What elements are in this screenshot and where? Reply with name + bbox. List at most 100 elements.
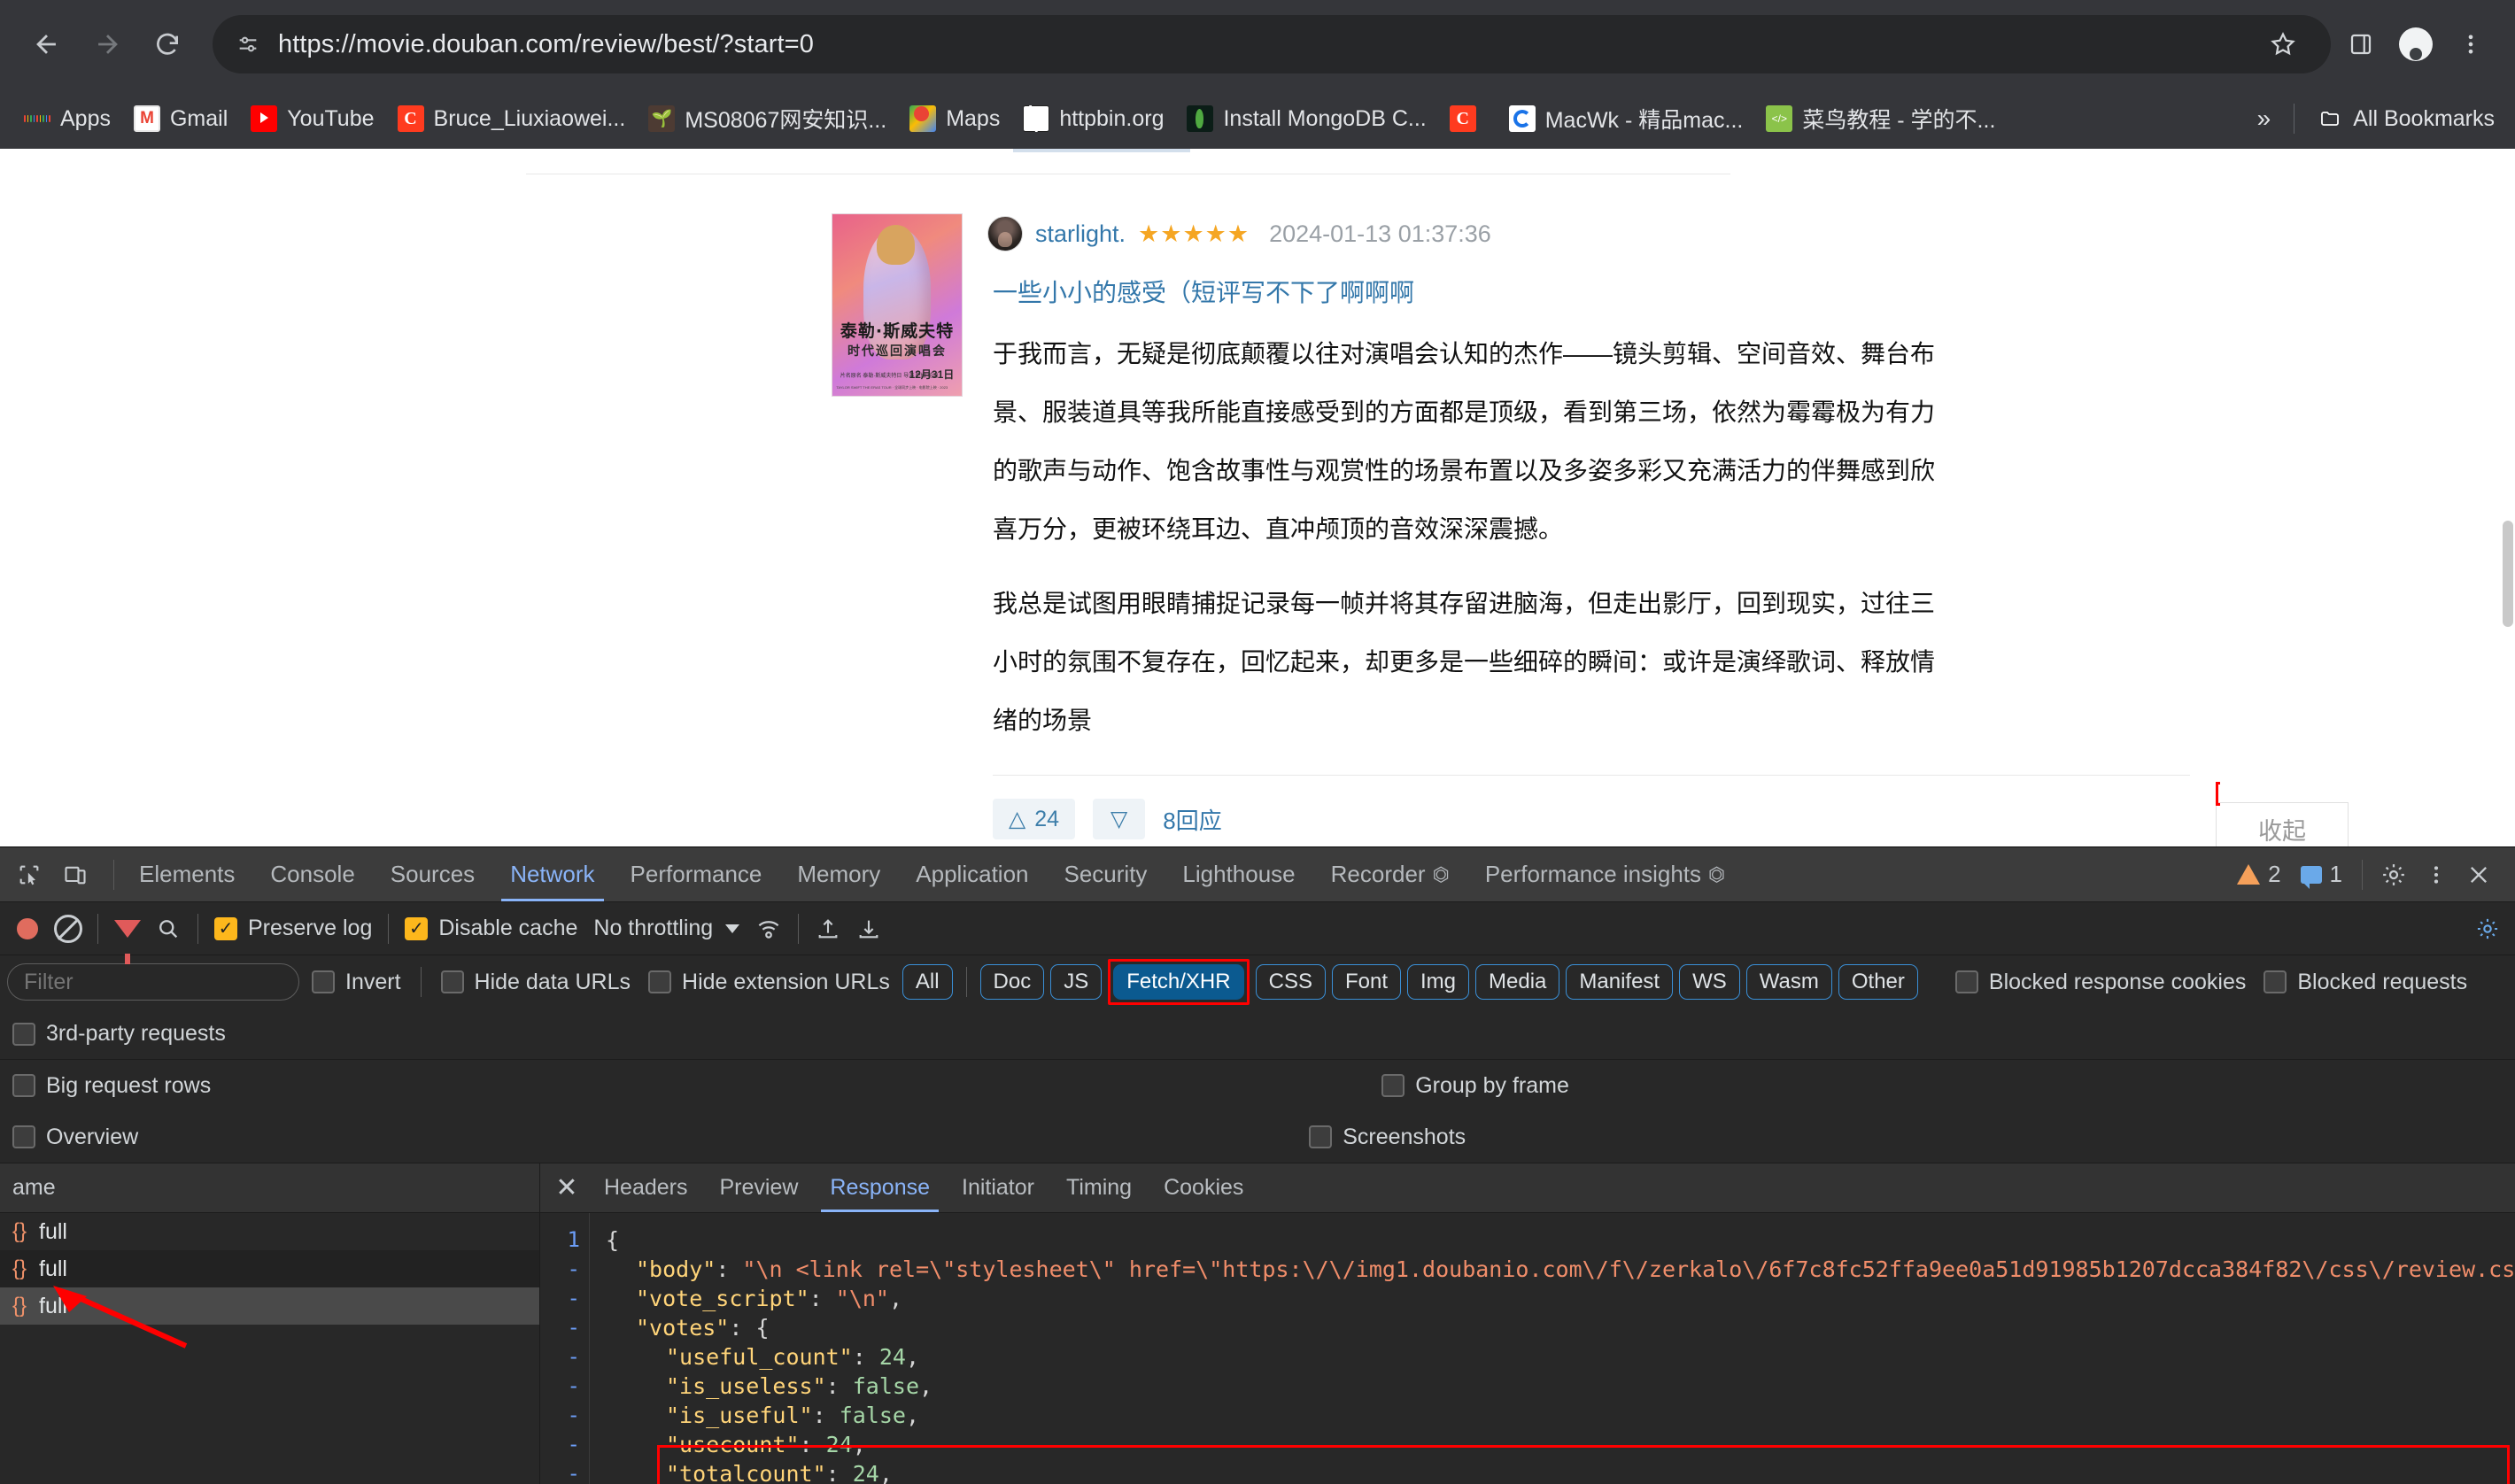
tab-recorder[interactable]: Recorder ⏣ — [1313, 847, 1467, 901]
hide-data-urls-checkbox[interactable]: Hide data URLs — [436, 970, 636, 995]
type-chip-media[interactable]: Media — [1475, 964, 1560, 1000]
type-chip-fetch-xhr[interactable]: Fetch/XHR — [1113, 964, 1244, 1000]
reload-icon[interactable] — [140, 17, 195, 72]
bookmark-star-icon[interactable] — [2258, 19, 2308, 69]
profile-avatar[interactable] — [2391, 19, 2441, 69]
search-icon[interactable] — [150, 910, 187, 947]
chrome-menu-icon[interactable] — [2446, 19, 2496, 69]
collapse-button[interactable]: 收起 — [2216, 802, 2349, 846]
tab-headers[interactable]: Headers — [588, 1163, 704, 1212]
hide-extension-urls-checkbox[interactable]: Hide extension URLs — [643, 970, 895, 995]
table-row[interactable]: {} full — [0, 1250, 539, 1287]
bookmarks-overflow-chevron-icon[interactable]: » — [2245, 101, 2284, 136]
tab-elements[interactable]: Elements — [121, 847, 252, 901]
tab-cookies[interactable]: Cookies — [1148, 1163, 1259, 1212]
bookmark-csdn[interactable]: C Bruce_Liuxiaowei... — [386, 99, 638, 138]
bookmark-macwk[interactable]: MacWk - 精品mac... — [1497, 97, 1755, 141]
gear-icon[interactable] — [2375, 856, 2412, 893]
type-chip-manifest[interactable]: Manifest — [1566, 964, 1674, 1000]
disable-cache-checkbox[interactable]: ✓ Disable cache — [399, 916, 583, 941]
type-chip-doc[interactable]: Doc — [979, 964, 1045, 1000]
review-author[interactable]: starlight. — [1035, 220, 1126, 248]
third-party-requests-checkbox[interactable]: 3rd-party requests — [7, 1021, 231, 1047]
close-icon[interactable] — [2460, 856, 2497, 893]
blocked-requests-checkbox[interactable]: Blocked requests — [2258, 970, 2472, 995]
tab-timing[interactable]: Timing — [1050, 1163, 1148, 1212]
tab-response[interactable]: Response — [814, 1163, 946, 1212]
page-scrollbar[interactable] — [2503, 521, 2513, 627]
warnings-badge[interactable]: 2 — [2230, 861, 2287, 888]
type-chip-css[interactable]: CSS — [1255, 964, 1326, 1000]
tab-application[interactable]: Application — [898, 847, 1046, 901]
movie-poster[interactable]: 泰勒·斯威夫特 时代巡回演唱会 12月31日 片名原名 泰勒·斯威夫特日 导演 … — [832, 213, 963, 397]
device-toolbar-icon[interactable] — [57, 856, 94, 893]
bookmark-youtube[interactable]: YouTube — [239, 99, 385, 138]
filter-funnel-icon[interactable] — [109, 910, 146, 964]
type-chip-js[interactable]: JS — [1050, 964, 1103, 1000]
messages-badge[interactable]: 1 — [2294, 861, 2349, 889]
back-arrow-icon[interactable] — [19, 17, 74, 72]
group-by-frame-checkbox[interactable]: Group by frame — [1376, 1073, 1575, 1099]
big-request-rows-checkbox[interactable]: Big request rows — [7, 1073, 216, 1099]
tab-preview[interactable]: Preview — [704, 1163, 815, 1212]
tab-network[interactable]: Network — [492, 847, 612, 901]
type-chip-img[interactable]: Img — [1407, 964, 1470, 1000]
blocked-response-cookies-checkbox[interactable]: Blocked response cookies — [1950, 970, 2251, 995]
address-bar[interactable]: https://movie.douban.com/review/best/?st… — [213, 15, 2331, 73]
network-settings-gear-icon[interactable] — [2469, 910, 2506, 947]
bookmark-ms08067[interactable]: MS08067网安知识... — [637, 97, 898, 141]
inspect-element-icon[interactable] — [11, 856, 48, 893]
type-chip-wasm[interactable]: Wasm — [1745, 964, 1832, 1000]
invert-checkbox[interactable]: Invert — [306, 970, 406, 995]
tab-security[interactable]: Security — [1047, 847, 1165, 901]
bookmark-runoob[interactable]: 菜鸟教程 - 学的不... — [1754, 97, 2007, 141]
screenshots-checkbox[interactable]: Screenshots — [1304, 1125, 1471, 1150]
forward-arrow-icon[interactable] — [80, 17, 135, 72]
type-chip-font[interactable]: Font — [1331, 964, 1401, 1000]
type-chip-ws[interactable]: WS — [1679, 964, 1740, 1000]
tab-label: Performance — [630, 861, 762, 887]
type-chip-other[interactable]: Other — [1838, 964, 1918, 1000]
tab-sources[interactable]: Sources — [373, 847, 492, 901]
checkbox-unchecked-icon — [1954, 970, 1978, 993]
tab-lighthouse[interactable]: Lighthouse — [1165, 847, 1312, 901]
export-har-icon[interactable] — [850, 910, 887, 947]
overview-checkbox[interactable]: Overview — [7, 1125, 143, 1150]
side-panel-icon[interactable] — [2336, 19, 2386, 69]
bookmark-httpbin[interactable]: ht tp httpbin.org — [1011, 99, 1175, 138]
column-header-name[interactable]: ame — [0, 1163, 539, 1213]
tab-performance-insights[interactable]: Performance insights ⏣ — [1467, 847, 1743, 901]
tab-initiator[interactable]: Initiator — [946, 1163, 1050, 1212]
response-json-code[interactable]: {"body": "\n <link rel=\"stylesheet\" hr… — [590, 1213, 2515, 1484]
clear-network-log-icon[interactable] — [50, 910, 87, 947]
record-stop-icon[interactable] — [9, 910, 46, 947]
blocked-requests-label: Blocked requests — [2297, 969, 2468, 994]
table-row[interactable]: {} full — [0, 1287, 539, 1325]
throttling-dropdown[interactable]: No throttling — [586, 916, 747, 941]
filter-input[interactable] — [7, 963, 299, 1001]
table-row[interactable]: {} full — [0, 1213, 539, 1250]
site-settings-icon[interactable] — [236, 32, 260, 57]
tab-console[interactable]: Console — [252, 847, 372, 901]
overview-row: Overview Screenshots — [0, 1111, 2515, 1163]
tab-memory[interactable]: Memory — [779, 847, 898, 901]
bookmark-csdn-2[interactable]: C — [1438, 99, 1497, 138]
bookmark-maps[interactable]: Maps — [898, 99, 1011, 138]
useless-vote-button[interactable]: ▽ — [1093, 799, 1146, 839]
preserve-log-checkbox[interactable]: ✓ Preserve log — [209, 916, 377, 941]
kebab-menu-icon[interactable] — [2418, 856, 2455, 893]
all-bookmarks-button[interactable]: All Bookmarks — [2305, 99, 2506, 138]
response-body-viewer[interactable]: 1----------- {"body": "\n <link rel=\"st… — [540, 1213, 2515, 1484]
bookmark-apps[interactable]: Apps — [12, 99, 122, 138]
bookmark-mongodb[interactable]: Install MongoDB C... — [1175, 99, 1437, 138]
import-har-icon[interactable] — [809, 910, 847, 947]
close-detail-icon[interactable]: ✕ — [546, 1167, 588, 1210]
type-chip-all[interactable]: All — [902, 964, 953, 1000]
avatar[interactable] — [987, 216, 1023, 251]
replies-link[interactable]: 8回应 — [1163, 803, 1221, 836]
tab-performance[interactable]: Performance — [613, 847, 780, 901]
review-title[interactable]: 一些小小的感受（短评写不下了啊啊啊 — [993, 274, 2033, 309]
useful-vote-button[interactable]: △ 24 — [993, 799, 1076, 839]
bookmark-gmail[interactable]: Gmail — [122, 99, 239, 138]
network-conditions-icon[interactable] — [750, 910, 787, 947]
